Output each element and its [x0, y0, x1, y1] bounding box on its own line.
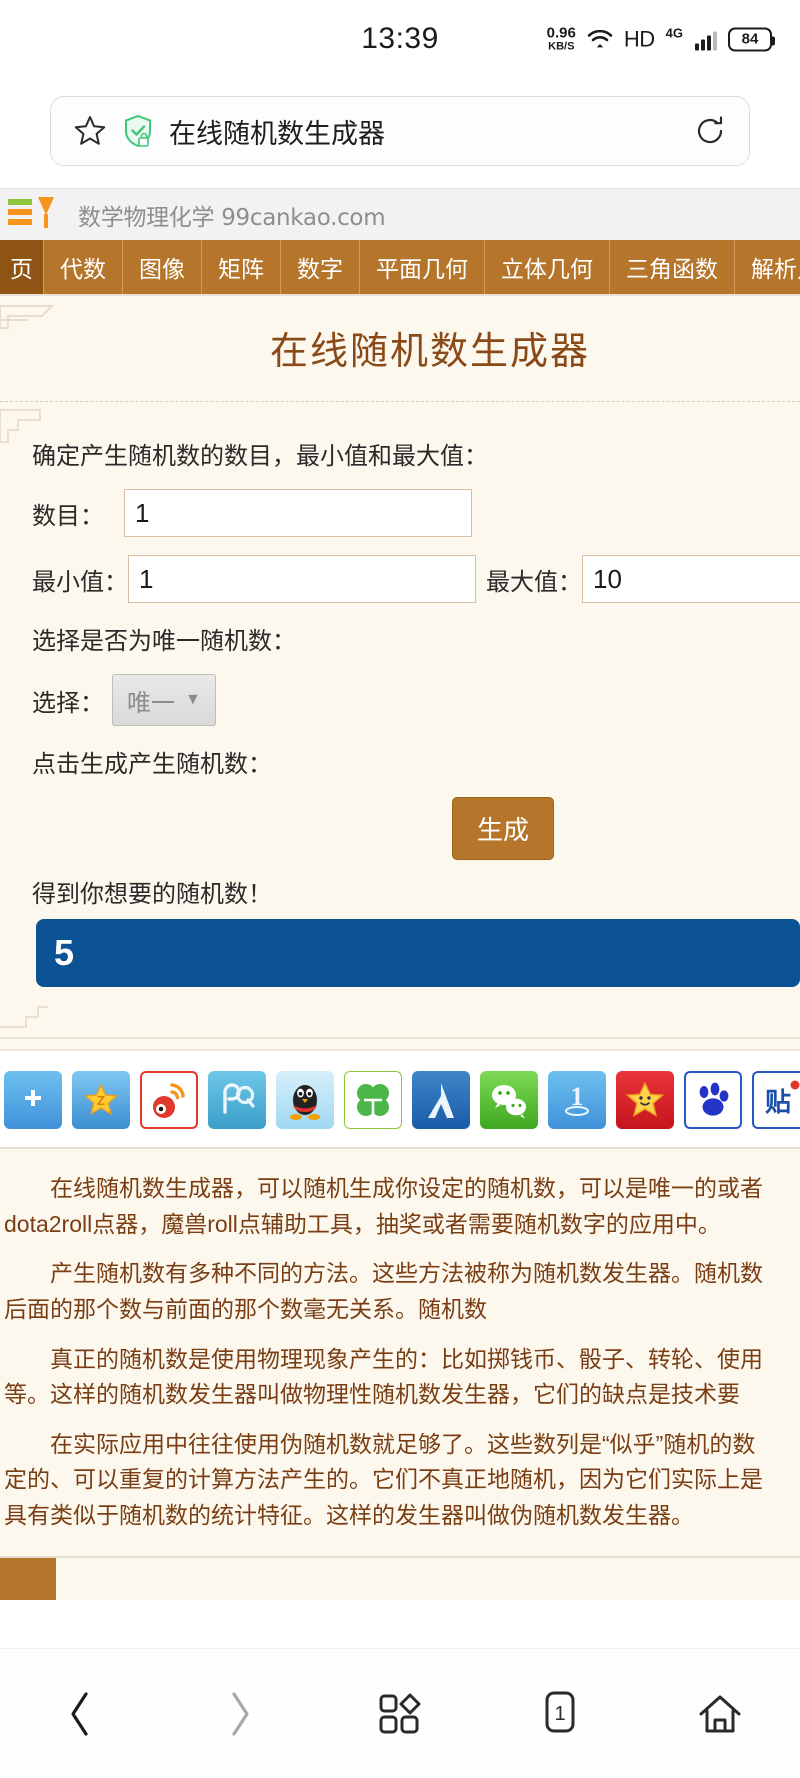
- generate-row: 生成: [0, 797, 800, 860]
- page-title-text: 在线随机数生成器: [169, 118, 385, 149]
- nav-item-analytic-geometry[interactable]: 解析几何: [735, 240, 800, 294]
- form-lead-text: 确定产生随机数的数目，最小值和最大值：: [32, 443, 488, 470]
- decorative-corner-icon-2: [0, 406, 84, 452]
- tab-count-icon[interactable]: 1: [530, 1684, 590, 1744]
- article-section: 在线随机数生成器，可以随机生成你设定的随机数，可以是唯一的或者 dota2rol…: [0, 1147, 800, 1556]
- count-input[interactable]: [124, 489, 472, 537]
- generate-button[interactable]: 生成: [452, 797, 555, 860]
- result-value: 5: [54, 932, 75, 973]
- status-bar: 13:39 0.96 KB/S HD 4G 84: [0, 0, 800, 78]
- baidu-paw-icon[interactable]: [684, 1071, 742, 1129]
- chevron-down-icon: ▼: [185, 691, 201, 708]
- footer-tab-marker: [0, 1557, 56, 1600]
- yiqifa-one-icon[interactable]: 1: [548, 1071, 606, 1129]
- qzone-icon[interactable]: Z: [72, 1071, 130, 1129]
- article-paragraph: 真正的随机数是使用物理现象产生的：比如掷钱币、骰子、转轮、使用 等。这样的随机数…: [0, 1342, 800, 1413]
- article-line: 等。这样的随机数发生器叫做物理性随机数发生器，它们的缺点是技术要: [4, 1381, 740, 1408]
- generate-lead-text: 点击生成产生随机数：: [32, 751, 272, 778]
- nav-item-matrix[interactable]: 矩阵: [202, 240, 281, 294]
- article-line: 定的、可以重复的计算方法产生的。它们不真正地随机，因为它们实际上是: [4, 1466, 763, 1493]
- article-line: 产生随机数有多种不同的方法。这些方法被称为随机数发生器。随机数: [50, 1260, 763, 1287]
- renren-icon[interactable]: [412, 1071, 470, 1129]
- share-icon-row[interactable]: Z 1 贴: [0, 1071, 800, 1129]
- article-footer: [0, 1555, 800, 1600]
- network-speed-value: 0.96: [546, 24, 576, 42]
- range-row: 最小值： 最大值：: [0, 555, 800, 603]
- page-heading: 在线随机数生成器: [269, 331, 590, 373]
- article-paragraph: 在线随机数生成器，可以随机生成你设定的随机数，可以是唯一的或者 dota2rol…: [0, 1171, 800, 1242]
- article-line: 在线随机数生成器，可以随机生成你设定的随机数，可以是唯一的或者: [50, 1175, 763, 1201]
- qq-weibo-icon[interactable]: [208, 1071, 266, 1129]
- star-icon[interactable]: [73, 114, 107, 148]
- address-bar[interactable]: 在线随机数生成器: [50, 96, 750, 166]
- status-icons: 0.96 KB/S HD 4G 84: [547, 25, 775, 53]
- home-icon[interactable]: [690, 1684, 750, 1744]
- chevron-left-icon[interactable]: [50, 1684, 110, 1744]
- count-row: 数目：: [0, 489, 800, 537]
- grid-menu-icon[interactable]: [370, 1684, 430, 1744]
- nav-item-algebra[interactable]: 代数: [44, 240, 123, 294]
- tool-title-band: 在线随机数生成器: [0, 296, 800, 402]
- article-line: 具有类似于随机数的统计特征。这样的发生器叫做伪随机数发生器。: [4, 1502, 694, 1529]
- unique-lead-text: 选择是否为唯一随机数：: [32, 628, 296, 655]
- result-label: 得到你想要的随机数！: [32, 881, 272, 908]
- svg-text:1: 1: [554, 1703, 565, 1725]
- hd-label: HD: [623, 26, 655, 51]
- article-line: 在实际应用中往往使用伪随机数就足够了。这些数列是“似乎”随机的数: [50, 1430, 756, 1457]
- article-line: 后面的那个数与前面的那个数毫无关系。随机数: [4, 1295, 487, 1322]
- unique-select-value: 唯一: [127, 689, 175, 717]
- battery-icon: 84: [728, 27, 775, 51]
- wifi-icon: [587, 28, 613, 50]
- site-name: 数学物理化学 99cankao.com: [78, 204, 386, 231]
- svg-text:贴: 贴: [765, 1087, 791, 1117]
- browser-toolbar: 在线随机数生成器: [0, 78, 800, 188]
- min-label: 最小值：: [32, 568, 128, 596]
- signal-bars-icon: [695, 28, 717, 50]
- min-input[interactable]: [128, 555, 476, 603]
- status-time: 13:39: [361, 22, 439, 55]
- jiathis-plus-icon[interactable]: [4, 1071, 62, 1129]
- nav-item-trigonometry[interactable]: 三角函数: [610, 240, 735, 294]
- site-header: 数学物理化学 99cankao.com: [0, 188, 800, 240]
- reload-icon[interactable]: [693, 114, 727, 148]
- share-bar: Z 1 贴: [0, 1049, 800, 1147]
- article-line: dota2roll点器，魔兽roll点辅助工具，抽奖或者需要随机数字的应用中。: [4, 1210, 721, 1237]
- battery-level: 84: [741, 30, 759, 48]
- unique-select[interactable]: 唯一 ▼: [112, 674, 216, 726]
- network-type-label: 4G: [665, 25, 683, 41]
- site-nav[interactable]: 页 代数 图像 矩阵 数字 平面几何 立体几何 三角函数 解析几何: [0, 240, 800, 294]
- select-row: 选择： 唯一 ▼: [0, 674, 800, 726]
- chevron-right-icon[interactable]: [210, 1684, 270, 1744]
- article-paragraph: 产生随机数有多种不同的方法。这些方法被称为随机数发生器。随机数 后面的那个数与前…: [0, 1256, 800, 1327]
- article-paragraph: 在实际应用中往往使用伪随机数就足够了。这些数列是“似乎”随机的数 定的、可以重复…: [0, 1427, 800, 1534]
- star-share-icon[interactable]: [616, 1071, 674, 1129]
- max-input[interactable]: [582, 555, 800, 603]
- nav-item-graph[interactable]: 图像: [123, 240, 202, 294]
- count-label: 数目：: [32, 502, 104, 530]
- browser-bottom-nav[interactable]: 1: [0, 1648, 800, 1778]
- decorative-corner-icon: [0, 302, 84, 344]
- site-logo-icon[interactable]: [2, 195, 66, 235]
- baidu-tieba-icon[interactable]: 贴: [752, 1071, 800, 1129]
- nav-item-solid-geometry[interactable]: 立体几何: [485, 240, 610, 294]
- nav-item-number[interactable]: 数字: [281, 240, 360, 294]
- kaixin-clover-icon[interactable]: [344, 1071, 402, 1129]
- form-bottom-decoration: [0, 987, 800, 1039]
- page-content: 在线随机数生成器 确定产生随机数的数目，最小值和最大值： 数目： 最小值： 最大…: [0, 294, 800, 1049]
- network-speed-unit: KB/S: [548, 40, 575, 53]
- article-line: 真正的随机数是使用物理现象产生的：比如掷钱币、骰子、转轮、使用: [50, 1345, 763, 1372]
- result-box: 5: [36, 919, 800, 987]
- wechat-icon[interactable]: [480, 1071, 538, 1129]
- max-label: 最大值：: [486, 568, 582, 596]
- select-label: 选择：: [32, 689, 104, 717]
- nav-item-home[interactable]: 页: [0, 240, 44, 294]
- shield-secure-icon[interactable]: [123, 114, 153, 148]
- sina-weibo-icon[interactable]: [140, 1071, 198, 1129]
- nav-item-plane-geometry[interactable]: 平面几何: [360, 240, 485, 294]
- decorative-corner-icon-3: [0, 991, 76, 1031]
- network-speed: 0.96 KB/S: [547, 26, 576, 53]
- qq-penguin-icon[interactable]: [276, 1071, 334, 1129]
- generator-form: 确定产生随机数的数目，最小值和最大值： 数目： 最小值： 最大值： 选择是否为唯…: [0, 402, 800, 1049]
- svg-text:Z: Z: [97, 1093, 105, 1108]
